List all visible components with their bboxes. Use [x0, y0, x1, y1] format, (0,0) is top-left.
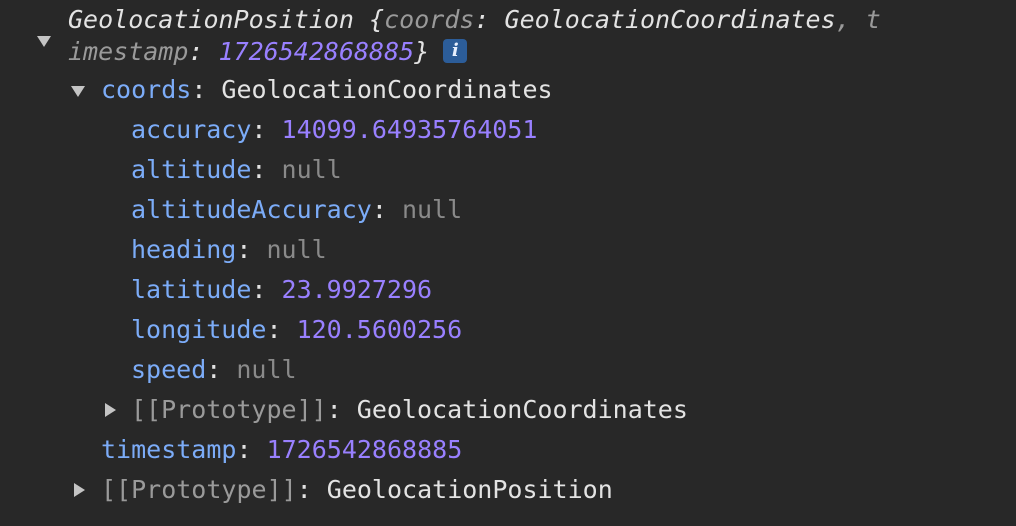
object-summary-line-2[interactable]: imestamp: 1726542868885} i	[68, 32, 468, 72]
console-object-tree: GeolocationPosition { coords: Geolocation…	[0, 0, 1016, 526]
property-key: heading	[131, 235, 237, 264]
property-key: longitude	[131, 315, 267, 344]
timestamp-value: 1726542868885	[266, 435, 463, 464]
coords-key: coords	[101, 75, 192, 104]
timestamp-row: timestamp: 1726542868885	[101, 435, 463, 464]
expand-arrow-icon[interactable]	[37, 36, 51, 47]
property-value: 120.5600256	[296, 315, 463, 344]
prototype-expand-arrow-icon[interactable]	[74, 483, 85, 497]
summary-timestamp-key: imestamp	[68, 37, 189, 66]
property-row-speed: speed: null	[131, 355, 297, 384]
coords-type: GeolocationCoordinates	[221, 75, 553, 104]
property-key: altitude	[131, 155, 252, 184]
summary-separator: , t	[835, 5, 881, 34]
summary-coords-value: GeolocationCoordinates	[504, 5, 836, 34]
property-row-latitude: latitude: 23.9927296	[131, 275, 433, 304]
property-value: null	[236, 355, 297, 384]
property-key: latitude	[131, 275, 252, 304]
coords-prototype-expand-arrow-icon[interactable]	[105, 403, 116, 417]
prototype-value: GeolocationPosition	[326, 475, 613, 504]
coords-prototype-row[interactable]: [[Prototype]]: GeolocationCoordinates	[131, 390, 688, 430]
property-row-accuracy: accuracy: 14099.64935764051	[131, 115, 538, 144]
summary-close-brace: }	[414, 37, 430, 66]
summary-timestamp-value: 1726542868885	[218, 37, 415, 66]
prototype-key: [[Prototype]]	[131, 395, 327, 424]
object-class-name: GeolocationPosition	[68, 5, 354, 34]
info-icon[interactable]: i	[443, 39, 468, 63]
property-row-altitude: altitude: null	[131, 155, 342, 184]
prototype-key: [[Prototype]]	[101, 475, 297, 504]
coords-row[interactable]: coords: GeolocationCoordinates	[101, 70, 553, 110]
coords-expand-arrow-icon[interactable]	[71, 86, 85, 97]
property-value: null	[401, 195, 463, 224]
property-key: accuracy	[131, 115, 252, 144]
property-row-longitude: longitude: 120.5600256	[131, 315, 463, 344]
property-value: null	[281, 155, 342, 184]
property-row-heading: heading: null	[131, 235, 327, 264]
property-key: speed	[131, 355, 207, 384]
property-key: altitudeAccuracy	[131, 195, 372, 224]
prototype-value: GeolocationCoordinates	[356, 395, 688, 424]
summary-coords-key: coords	[384, 5, 475, 34]
prototype-row[interactable]: [[Prototype]]: GeolocationPosition	[101, 470, 613, 510]
summary-open-brace: {	[369, 5, 385, 34]
property-value: 14099.64935764051	[281, 115, 538, 144]
property-value: null	[266, 235, 327, 264]
property-row-altitude-accuracy: altitudeAccuracy: null	[131, 195, 463, 224]
timestamp-key: timestamp	[101, 435, 237, 464]
property-value: 23.9927296	[281, 275, 433, 304]
